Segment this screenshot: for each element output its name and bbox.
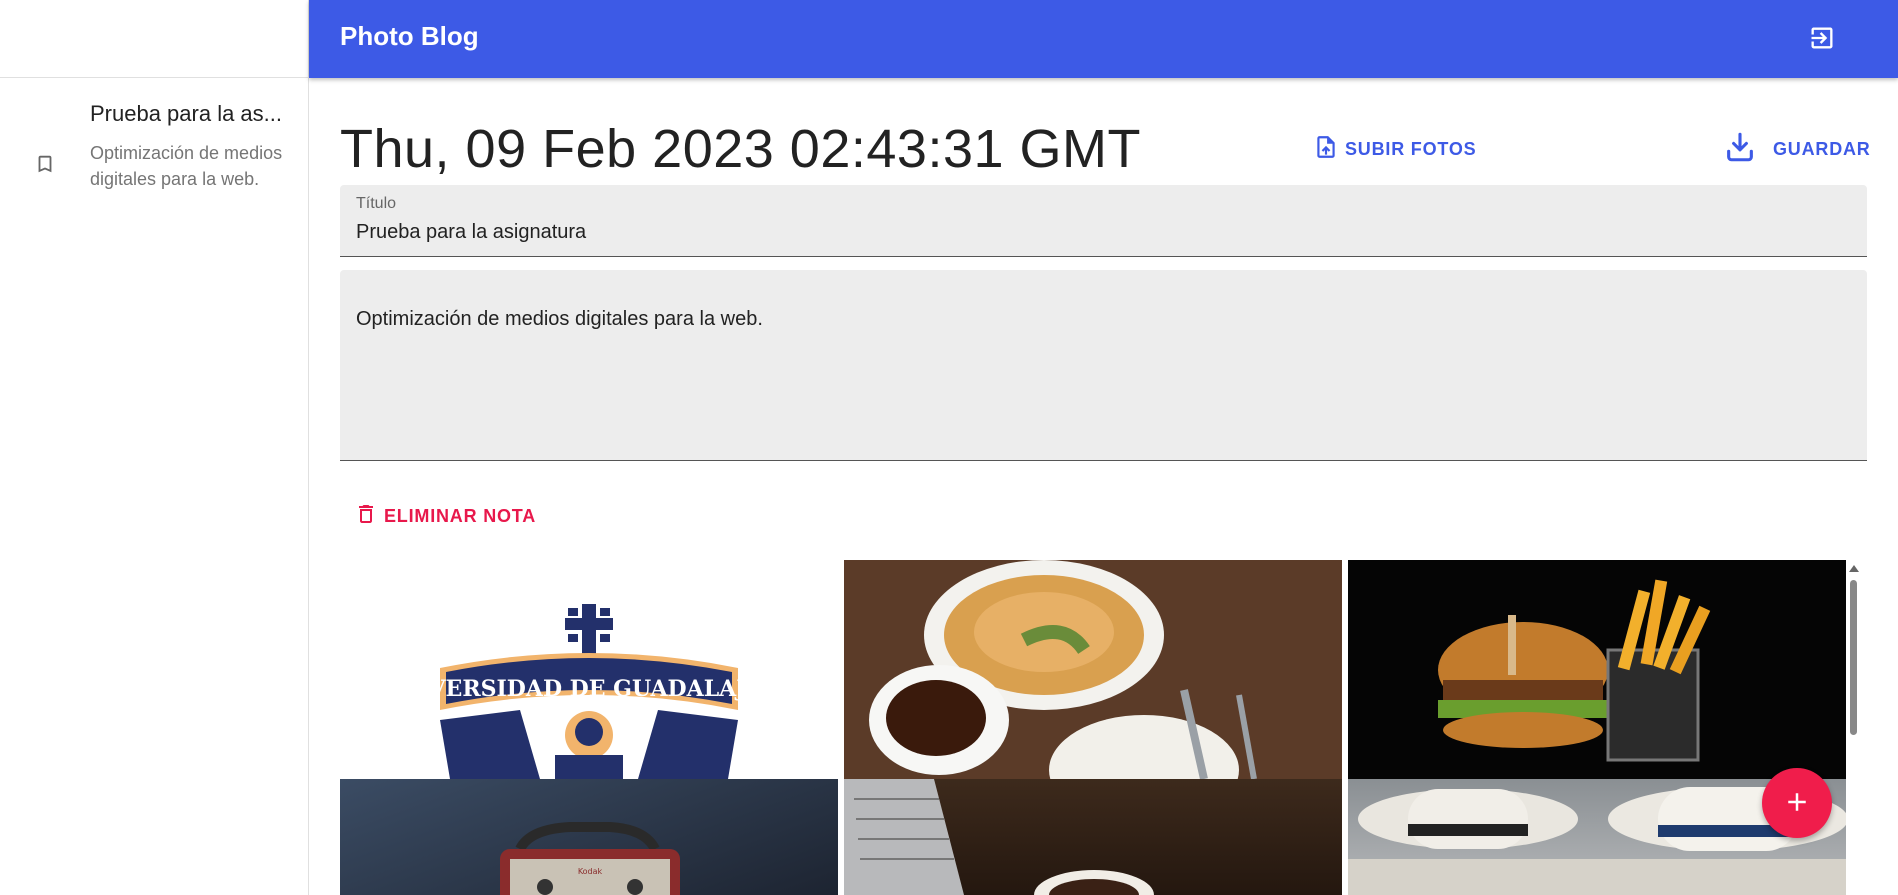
photo-university-logo[interactable]: UNIVERSIDAD DE GUADALAJARA (340, 560, 838, 779)
sidebar-header (0, 0, 308, 78)
bookmark-icon (0, 100, 90, 192)
title-field-value[interactable]: Prueba para la asignatura (356, 221, 586, 244)
save-label: GUARDAR (1773, 139, 1871, 159)
file-upload-icon (1313, 133, 1339, 166)
photo-gallery: UNIVERSIDAD DE GUADALAJARA Kodak (340, 560, 1847, 895)
photo-laptop-coffee[interactable] (844, 779, 1342, 895)
scroll-up-arrow[interactable] (1849, 565, 1859, 572)
sidebar: Prueba para la as... Optimización de med… (0, 0, 309, 895)
note-list-item[interactable]: Prueba para la as... Optimización de med… (0, 100, 308, 192)
note-date: Thu, 09 Feb 2023 02:43:31 GMT (340, 119, 1141, 179)
app-title: Photo Blog (340, 21, 479, 51)
download-icon (1723, 130, 1757, 169)
photo-retro-radio[interactable]: Kodak (340, 779, 838, 895)
app-bar: Photo Blog (309, 0, 1898, 78)
note-editor: Thu, 09 Feb 2023 02:43:31 GMT SUBIR FOTO… (309, 78, 1898, 895)
gallery-scrollbar[interactable] (1847, 560, 1859, 895)
upload-photos-label: SUBIR FOTOS (1345, 139, 1477, 159)
photo-burger-fries[interactable] (1348, 560, 1846, 779)
photo-croissant-coffee[interactable] (844, 560, 1342, 779)
delete-note-button[interactable]: ELIMINAR NOTA (354, 500, 536, 533)
upload-photos-button[interactable]: SUBIR FOTOS (1313, 133, 1476, 166)
delete-note-label: ELIMINAR NOTA (384, 506, 537, 526)
plus-icon (1782, 787, 1812, 820)
trash-icon (354, 500, 378, 533)
title-field[interactable]: Título Prueba para la asignatura (340, 185, 1867, 257)
scroll-thumb[interactable] (1850, 580, 1857, 735)
description-field[interactable]: Optimización de medios digitales para la… (340, 270, 1867, 461)
title-field-label: Título (356, 195, 397, 212)
add-note-button[interactable] (1762, 768, 1832, 838)
note-list-item-description: Optimización de medios digitales para la… (90, 143, 283, 189)
save-button[interactable]: GUARDAR (1723, 130, 1871, 169)
logout-icon[interactable] (1808, 24, 1836, 52)
description-field-value[interactable]: Optimización de medios digitales para la… (356, 308, 763, 331)
radio-brand: Kodak (578, 867, 603, 876)
note-list-item-title: Prueba para la as... (90, 101, 283, 126)
logo-text: UNIVERSIDAD DE GUADALAJARA (379, 676, 800, 702)
